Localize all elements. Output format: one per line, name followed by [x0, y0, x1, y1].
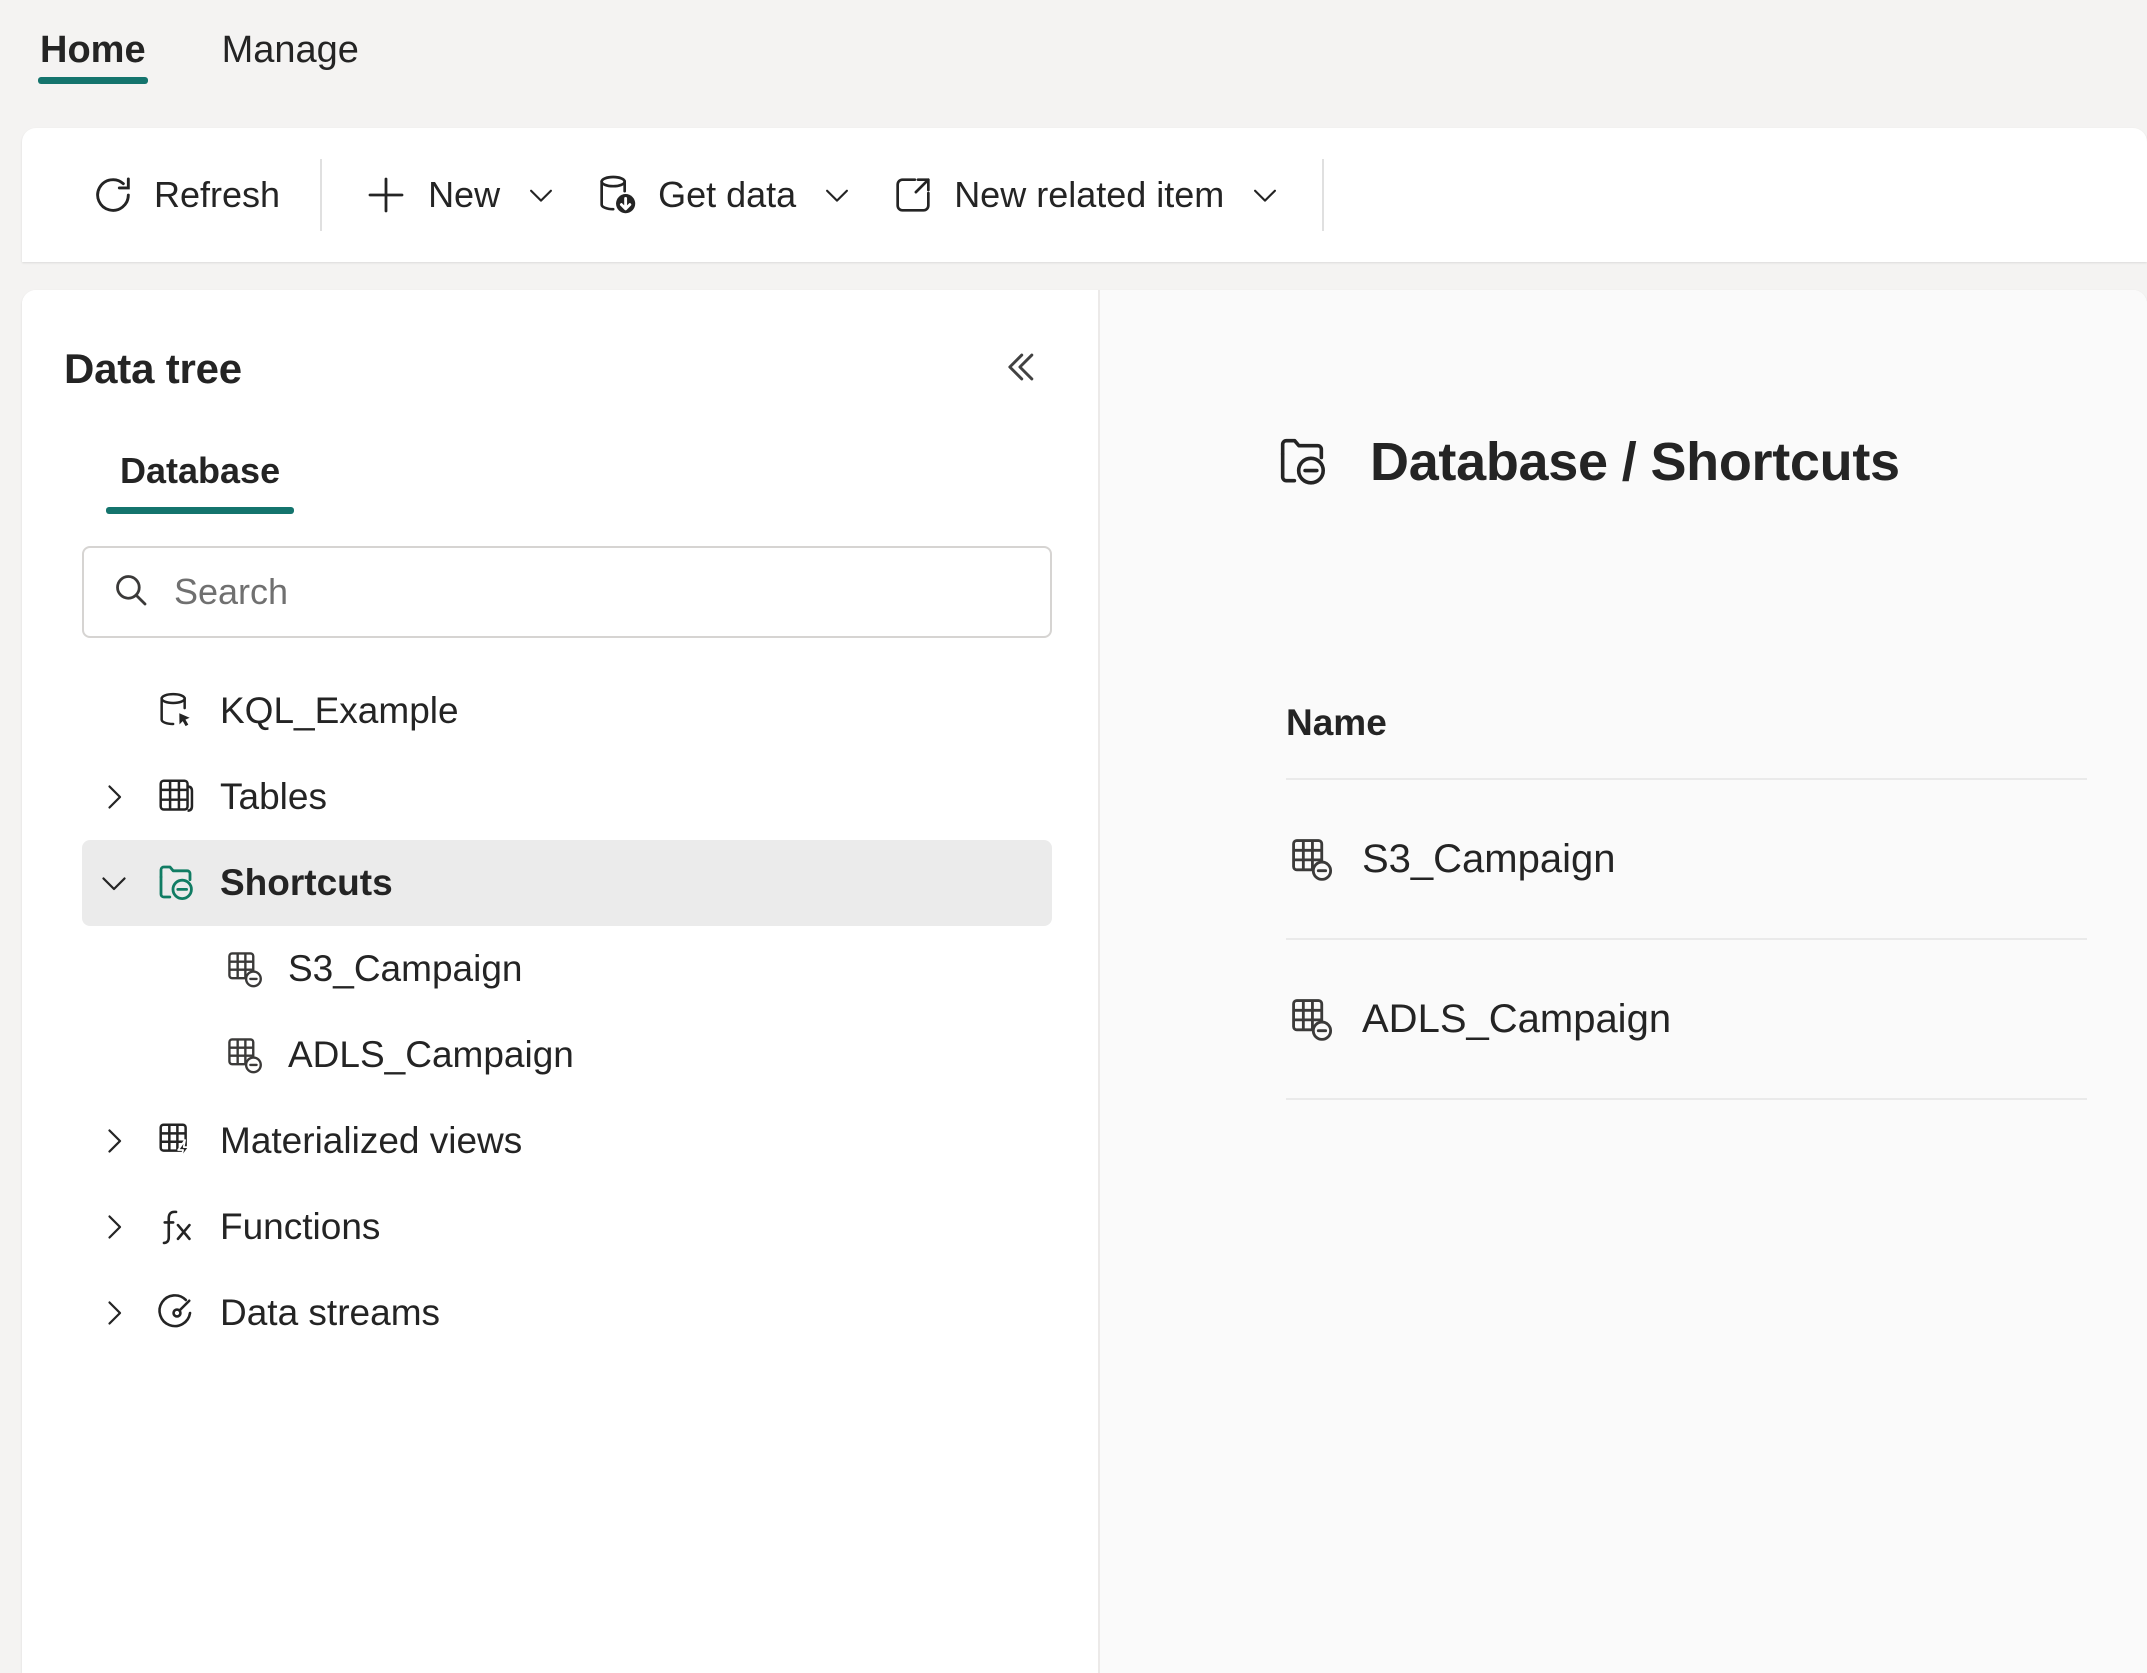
tree-node-tables[interactable]: Tables: [82, 754, 1052, 840]
table-row[interactable]: ADLS_Campaign: [1286, 940, 2087, 1100]
tree-node-s3-campaign-label: S3_Campaign: [288, 948, 523, 989]
tree-pivot-tabs: Database: [22, 450, 1098, 514]
table-shortcut-icon: [214, 947, 276, 991]
chevron-right-icon[interactable]: [82, 779, 146, 815]
refresh-icon: [90, 172, 136, 218]
tab-manage[interactable]: Manage: [216, 28, 365, 90]
tree-search-container: [22, 514, 1098, 638]
tree-node-kql-example-label: KQL_Example: [220, 690, 459, 731]
table-shortcut-icon: [214, 1033, 276, 1077]
tree-node-kql-example[interactable]: KQL_Example: [82, 668, 1052, 754]
pivot-tab-database[interactable]: Database: [106, 450, 295, 514]
collapse-panel-button[interactable]: [984, 334, 1054, 404]
breadcrumb-separator: /: [1621, 432, 1637, 492]
command-bar-divider-2: [1322, 159, 1325, 231]
tree-node-s3-campaign[interactable]: S3_Campaign: [82, 926, 1052, 1012]
table-cell-name: S3_Campaign: [1362, 836, 1616, 881]
table-row[interactable]: S3_Campaign: [1286, 780, 2087, 940]
data-tree-title: Data tree: [64, 345, 242, 392]
open-in-new-icon: [890, 172, 936, 218]
chevron-down-icon[interactable]: [82, 865, 146, 901]
breadcrumb: Database / Shortcuts: [1370, 431, 1900, 493]
tree-node-adls-campaign[interactable]: ADLS_Campaign: [82, 1012, 1052, 1098]
search-icon: [110, 569, 152, 616]
tree-node-tables-label: Tables: [220, 776, 327, 817]
tree-node-materialized-views-label: Materialized views: [220, 1120, 523, 1161]
command-bar: Refresh New Get data New related item: [22, 128, 2147, 262]
double-chevron-left-icon: [997, 345, 1041, 394]
tree-node-materialized-views[interactable]: Materialized views: [82, 1098, 1052, 1184]
get-data-icon: [594, 172, 640, 218]
get-data-button-label: Get data: [658, 174, 797, 215]
table-shortcut-icon: [1286, 993, 1338, 1045]
breadcrumb-current: Shortcuts: [1650, 432, 1900, 492]
refresh-button-label: Refresh: [154, 174, 281, 215]
chevron-down-icon: [524, 178, 558, 212]
table-icon: [146, 774, 208, 820]
new-related-item-button-label: New related item: [954, 174, 1225, 215]
tree-node-shortcuts-label: Shortcuts: [220, 862, 393, 903]
chevron-right-icon[interactable]: [82, 1209, 146, 1245]
tree-node-functions[interactable]: Functions: [82, 1184, 1052, 1270]
detail-panel: Database / Shortcuts Name S3_Campaign AD…: [1100, 290, 2147, 1673]
command-bar-divider-1: [320, 159, 323, 231]
tree-node-data-streams-label: Data streams: [220, 1292, 441, 1333]
ribbon-tab-strip: Home Manage: [0, 0, 2147, 128]
new-button-label: New: [428, 174, 501, 215]
tree-node-functions-label: Functions: [220, 1206, 381, 1247]
chevron-down-icon: [820, 178, 854, 212]
database-icon: [146, 688, 208, 734]
shortcuts-table: Name S3_Campaign ADLS_Campaign: [1100, 702, 2147, 1100]
tab-manage-label: Manage: [221, 29, 359, 71]
chevron-right-icon[interactable]: [82, 1295, 146, 1331]
database-tree: KQL_Example Tables Shortcuts S3_Campaign…: [22, 668, 1098, 1356]
tab-home[interactable]: Home: [34, 28, 152, 90]
table-column-header-name[interactable]: Name: [1286, 702, 2087, 780]
shortcut-folder-icon: [1272, 430, 1336, 494]
tab-home-label: Home: [40, 29, 146, 71]
plus-icon: [362, 171, 410, 219]
get-data-button[interactable]: Get data: [576, 152, 872, 238]
table-cell-name: ADLS_Campaign: [1362, 996, 1672, 1041]
tree-node-adls-campaign-label: ADLS_Campaign: [288, 1034, 574, 1075]
content-area: Data tree Database Search KQL_Example Ta…: [22, 290, 2147, 1673]
search-box[interactable]: [82, 546, 1052, 638]
table-shortcut-icon: [1286, 833, 1338, 885]
materialized-view-icon: [146, 1118, 208, 1164]
app-root: Home Manage Refresh New Get data New rel…: [0, 0, 2147, 1673]
function-icon: [146, 1204, 208, 1250]
detail-header: Database / Shortcuts: [1100, 290, 2147, 494]
search-input[interactable]: [172, 570, 1024, 614]
data-tree-panel: Data tree Database Search KQL_Example Ta…: [22, 290, 1100, 1673]
shortcut-folder-icon: [146, 859, 208, 907]
new-related-item-button[interactable]: New related item: [872, 152, 1300, 238]
new-button[interactable]: New: [344, 152, 576, 238]
chevron-right-icon[interactable]: [82, 1123, 146, 1159]
tree-node-shortcuts[interactable]: Shortcuts: [82, 840, 1052, 926]
pivot-tab-database-label: Database: [120, 450, 281, 491]
chevron-down-icon: [1248, 178, 1282, 212]
data-stream-icon: [146, 1290, 208, 1336]
breadcrumb-root[interactable]: Database: [1370, 432, 1608, 492]
tree-node-data-streams[interactable]: Data streams: [82, 1270, 1052, 1356]
refresh-button[interactable]: Refresh: [72, 152, 298, 238]
data-tree-header: Data tree: [22, 290, 1098, 404]
